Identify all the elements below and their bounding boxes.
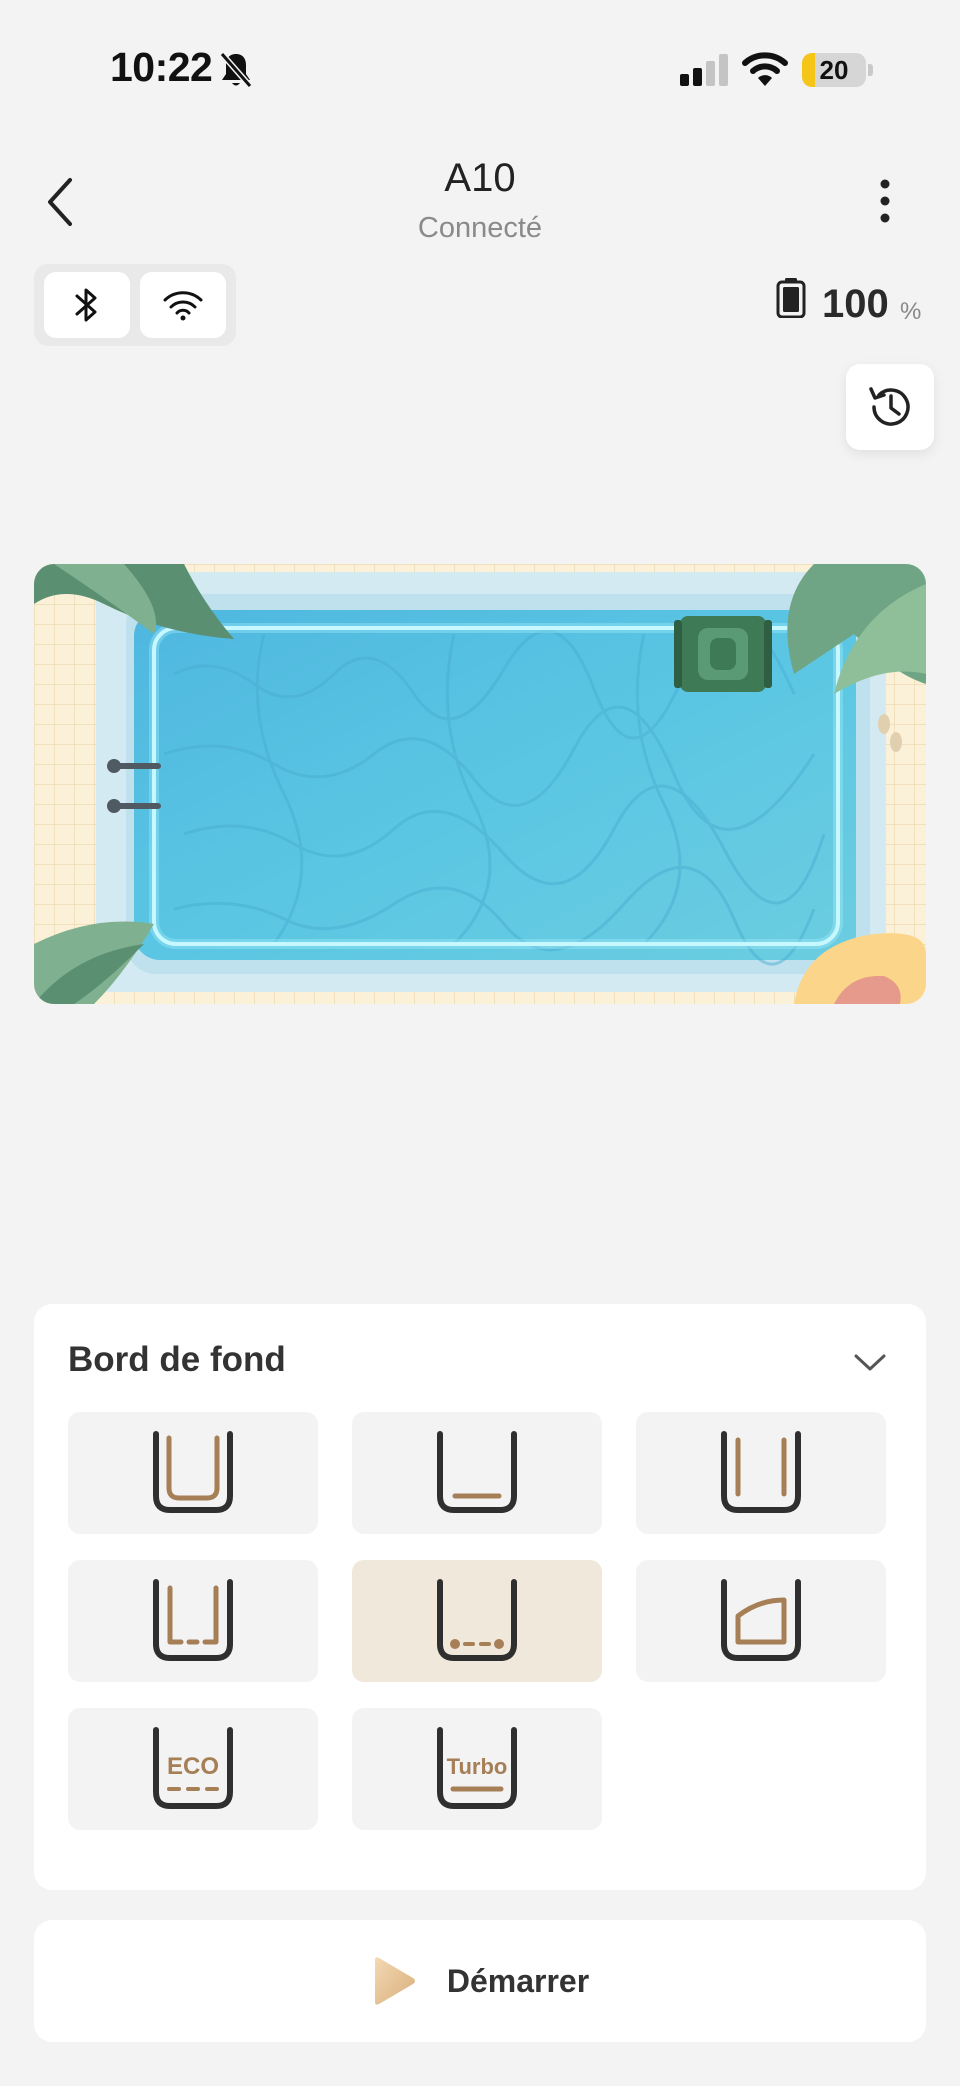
start-button[interactable]: Démarrer [34, 1920, 926, 2042]
start-button-label: Démarrer [446, 1962, 590, 1999]
status-time: 10:22 [110, 44, 213, 90]
mode-eco-icon: ECO [153, 1727, 233, 1809]
pool-map [34, 564, 926, 1004]
mode-floor-icon [437, 1431, 517, 1513]
mode-eco-button[interactable]: ECO [68, 1708, 318, 1830]
history-icon [869, 387, 910, 426]
chevron-down-icon[interactable] [852, 1350, 888, 1374]
status-battery-level: 20 [819, 55, 849, 85]
mode-floor-button[interactable] [352, 1412, 602, 1534]
mode-eco-label: ECO [167, 1753, 219, 1780]
status-battery: 20 [802, 53, 874, 87]
play-icon [374, 1957, 415, 2005]
connection-toggle-group [34, 264, 236, 346]
mode-turbo-button[interactable]: Turbo [352, 1708, 602, 1830]
mode-turbo-label: Turbo [447, 1754, 508, 1779]
device-battery-value: 100 [822, 282, 889, 326]
mode-walls-button[interactable] [636, 1412, 886, 1534]
mode-turbo-icon: Turbo [437, 1727, 517, 1809]
mode-floor-walls-icon [153, 1431, 233, 1513]
bluetooth-icon [75, 288, 97, 322]
mode-floor-edge-walls-icon [153, 1579, 233, 1661]
back-button[interactable] [44, 176, 76, 228]
more-options-button[interactable] [870, 178, 900, 224]
history-button[interactable] [846, 364, 934, 450]
device-battery-unit: % [900, 298, 922, 325]
mode-floor-edge-icon [437, 1579, 517, 1661]
mode-floor-edge-walls-button[interactable] [68, 1560, 318, 1682]
mode-floor-edge-button[interactable] [352, 1560, 602, 1682]
page-title: A10 [444, 156, 516, 200]
battery-full-icon [776, 278, 806, 318]
cellular-signal-icon [680, 54, 728, 86]
bluetooth-button[interactable] [44, 272, 130, 338]
mode-waterline-icon [721, 1579, 801, 1661]
mode-floor-walls-button[interactable] [68, 1412, 318, 1534]
robot-cleaner-icon [674, 616, 772, 692]
wifi-icon [163, 291, 203, 321]
cleaning-mode-title: Bord de fond [68, 1340, 286, 1379]
wifi-button[interactable] [140, 272, 226, 338]
connection-status: Connecté [417, 212, 543, 244]
wifi-icon [742, 52, 788, 86]
bell-off-icon [219, 52, 253, 88]
mode-walls-icon [721, 1431, 801, 1513]
mode-waterline-button[interactable] [636, 1560, 886, 1682]
